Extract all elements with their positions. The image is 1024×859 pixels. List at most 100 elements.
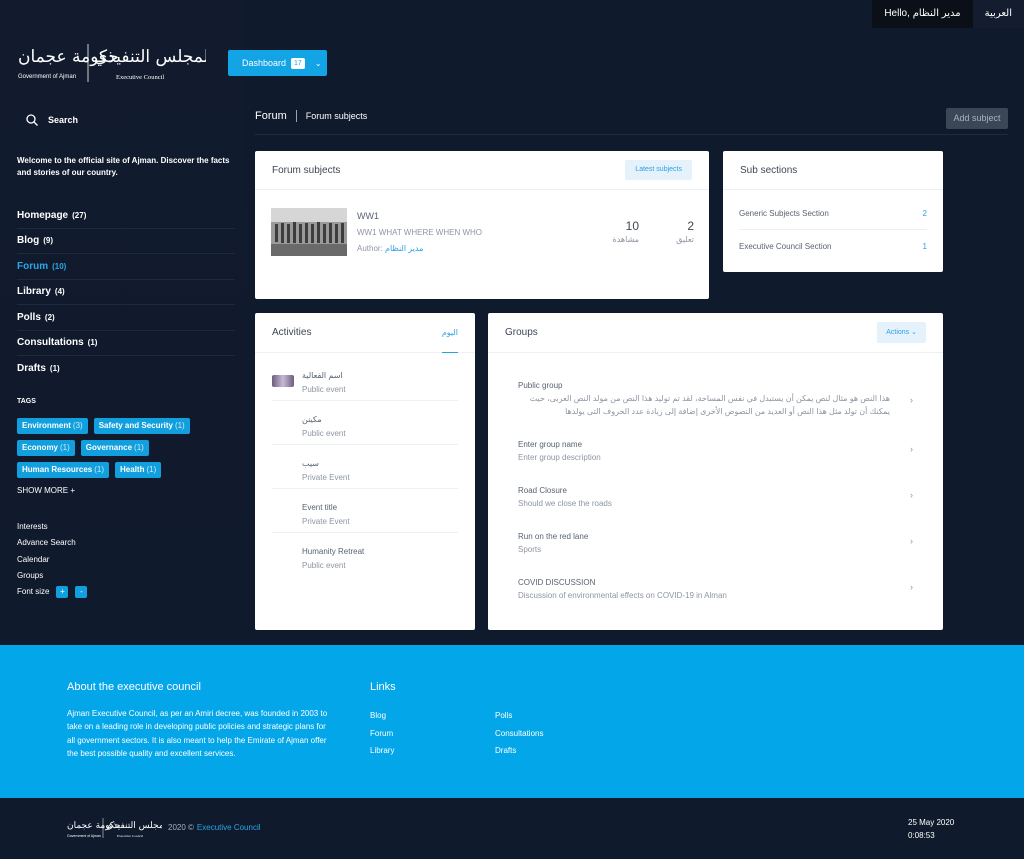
nav-label: Consultations	[17, 337, 84, 349]
group-item[interactable]: Road Closure Should we close the roads ›	[518, 486, 913, 508]
footer-copyright: 2020 © Executive Council	[168, 823, 261, 832]
views-count: 10	[625, 219, 639, 233]
tab-today[interactable]: اليوم	[441, 313, 458, 353]
add-subject-button[interactable]: Add subject	[946, 108, 1008, 129]
group-title: COVID DISCUSSION	[518, 578, 596, 587]
show-more-tags-link[interactable]: SHOW MORE +	[17, 486, 75, 495]
site-logo[interactable]: حكومة عجمان Government of Ajman المجلس ا…	[16, 42, 214, 84]
latest-subjects-button[interactable]: Latest subjects	[625, 160, 692, 180]
footer-logo-english-council: Executive Council	[117, 834, 143, 838]
interests-link[interactable]: Interests	[17, 519, 87, 535]
card-title: Activities	[272, 327, 312, 338]
chevron-right-icon: ›	[910, 395, 913, 405]
tag-governance[interactable]: Governance (1)	[80, 440, 149, 456]
sidebar-search[interactable]: Search	[26, 114, 78, 126]
tag-count: (1)	[174, 421, 185, 430]
tag-environment[interactable]: Environment (3)	[17, 418, 88, 434]
dashboard-button[interactable]: Dashboard 17 ⌄	[228, 50, 327, 76]
copyright-year: 2020 ©	[168, 823, 194, 832]
tag-economy[interactable]: Economy (1)	[17, 440, 75, 456]
sub-section-row[interactable]: Executive Council Section 1	[739, 230, 927, 262]
views-label: مشاهدة	[612, 235, 639, 244]
nav-count: (2)	[44, 312, 55, 322]
sidebar: حكومة عجمان Government of Ajman المجلس ا…	[0, 0, 245, 645]
footer-link-library[interactable]: Library	[370, 742, 394, 760]
advance-search-link[interactable]: Advance Search	[17, 535, 87, 551]
footer-logo[interactable]: حكومة عجمان Government of Ajman المجلس ا…	[67, 817, 169, 839]
card-title: Sub sections	[740, 164, 798, 176]
actions-dropdown-button[interactable]: Actions ⌄	[877, 322, 926, 343]
activity-type: Public event	[302, 385, 346, 394]
sidebar-extras: Interests Advance Search Calendar Groups…	[17, 519, 88, 600]
breadcrumb-forum[interactable]: Forum	[255, 110, 297, 122]
group-title: Run on the red lane	[518, 532, 589, 541]
user-greeting[interactable]: Hello, مدير النظام	[872, 0, 973, 28]
author-name[interactable]: مدير النظام	[385, 244, 423, 253]
chevron-right-icon: ›	[910, 536, 913, 546]
comments-stat: 2 تعليق	[676, 219, 694, 244]
activity-type: Private Event	[302, 473, 350, 482]
font-decrease-button[interactable]: -	[75, 586, 88, 599]
footer-link-polls[interactable]: Polls	[495, 707, 543, 725]
sub-section-row[interactable]: Generic Subjects Section 2	[739, 198, 927, 230]
topic-title[interactable]: WW1	[357, 211, 379, 221]
footer-links-title: Links	[370, 681, 396, 693]
breadcrumb: Forum Forum subjects	[255, 108, 367, 124]
language-switch[interactable]: العربية	[972, 0, 1024, 28]
footer-link-forum[interactable]: Forum	[370, 725, 394, 743]
sidebar-item-homepage[interactable]: Homepage (27)	[17, 203, 235, 229]
tag-label: Human Resources	[22, 465, 93, 474]
activity-title: مكينن	[302, 415, 322, 424]
activity-title: سيب	[302, 459, 319, 468]
group-item[interactable]: Enter group name Enter group description…	[518, 440, 913, 462]
sidebar-item-blog[interactable]: Blog (9)	[17, 229, 235, 254]
tag-count: (1)	[60, 443, 70, 452]
dashboard-label: Dashboard	[242, 58, 287, 68]
group-item[interactable]: Run on the red lane Sports ›	[518, 532, 913, 554]
sub-section-count: 1	[922, 241, 927, 251]
tag-human-resources[interactable]: Human Resources (1)	[17, 462, 110, 478]
sidebar-item-consultations[interactable]: Consultations (1)	[17, 331, 235, 356]
nav-label: Homepage	[17, 209, 69, 221]
group-item[interactable]: COVID DISCUSSION Discussion of environme…	[518, 578, 913, 600]
footer-datetime: 25 May 2020 0:08:53	[908, 816, 954, 842]
tag-label: Health	[120, 465, 145, 474]
tag-label: Safety and Security	[98, 421, 173, 430]
font-size-label: Font size	[17, 587, 50, 597]
activity-item[interactable]: اسم الفعالية Public event	[272, 357, 458, 401]
logo-arabic-council: المجلس التنفيذي	[94, 47, 206, 67]
activity-item[interactable]: Event title Private Event	[272, 489, 458, 533]
group-description: Should we close the roads	[518, 499, 612, 508]
group-description: هذا النص هو مثال لنص يمكن أن يستبدل في ن…	[529, 394, 890, 416]
card-header: Sub sections	[723, 151, 943, 190]
footer-link-drafts[interactable]: Drafts	[495, 742, 543, 760]
chevron-right-icon: ›	[910, 582, 913, 592]
tag-health[interactable]: Health (1)	[115, 462, 162, 478]
tag-label: Economy	[22, 443, 59, 452]
sidebar-item-drafts[interactable]: Drafts (1)	[17, 356, 235, 382]
sidebar-item-library[interactable]: Library (4)	[17, 280, 235, 305]
activity-item[interactable]: مكينن Public event	[272, 401, 458, 445]
tag-count: (1)	[94, 465, 105, 474]
footer-links-column: Polls Consultations Drafts	[495, 707, 543, 760]
activity-item[interactable]: Humanity Retreat Public event	[272, 533, 458, 577]
forum-topic-row[interactable]: WW1 WW1 WHAT WHERE WHEN WHO Author: مدير…	[271, 208, 694, 256]
card-header: Forum subjects Latest subjects	[255, 151, 709, 190]
group-item[interactable]: Public group هذا النص هو مثال لنص يمكن أ…	[518, 381, 913, 418]
copyright-link[interactable]: Executive Council	[197, 823, 261, 832]
nav-count: (10)	[52, 261, 67, 271]
footer-link-consultations[interactable]: Consultations	[495, 725, 543, 743]
font-increase-button[interactable]: +	[56, 586, 69, 599]
sub-section-list: Generic Subjects Section 2 Executive Cou…	[723, 190, 943, 262]
activity-item[interactable]: سيب Private Event	[272, 445, 458, 489]
sidebar-item-polls[interactable]: Polls (2)	[17, 305, 235, 331]
calendar-link[interactable]: Calendar	[17, 552, 87, 568]
tag-safety-and-security[interactable]: Safety and Security (1)	[93, 418, 190, 434]
groups-link[interactable]: Groups	[17, 568, 87, 584]
footer-date: 25 May 2020	[908, 818, 955, 827]
activity-title: اسم الفعالية	[302, 371, 343, 380]
footer-link-blog[interactable]: Blog	[370, 707, 394, 725]
nav-label: Library	[17, 286, 51, 298]
footer-time: 0:08:53	[908, 831, 935, 840]
sidebar-item-forum[interactable]: Forum (10)	[17, 254, 235, 280]
